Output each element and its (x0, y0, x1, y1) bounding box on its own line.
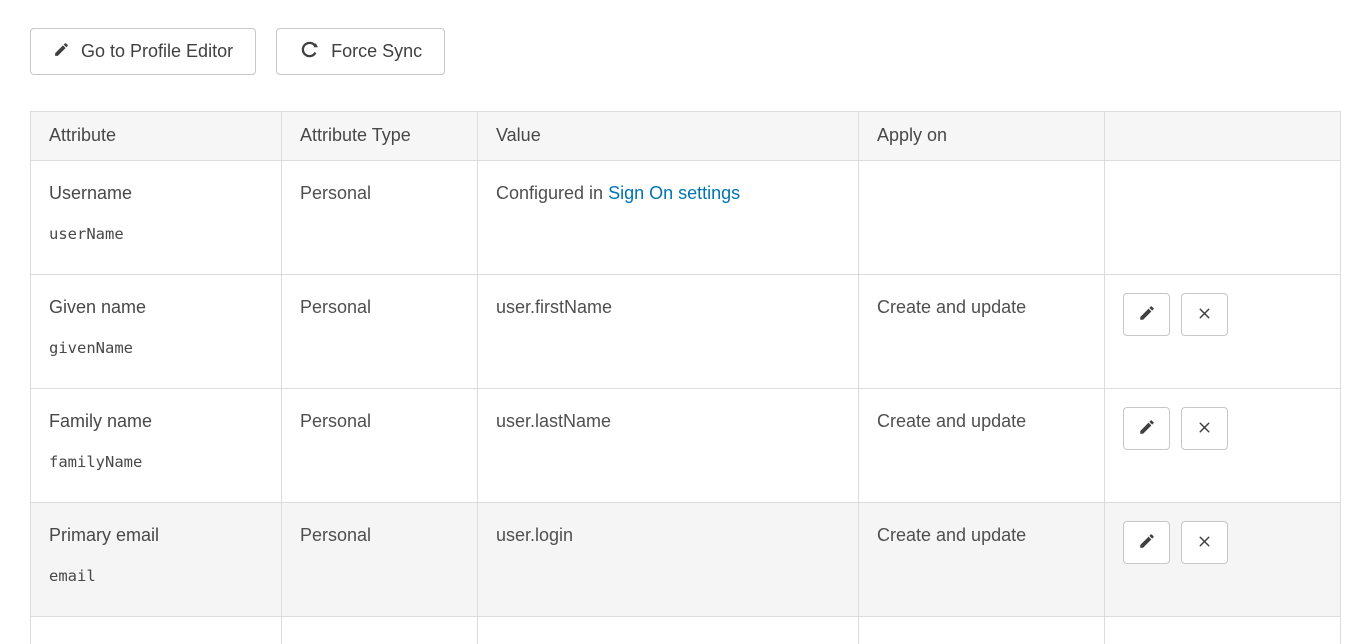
table-row-primary-email: Primary email email Personal user.login … (31, 503, 1341, 617)
attribute-type-cell: Personal (282, 275, 478, 389)
close-icon (1196, 533, 1213, 553)
toolbar: Go to Profile Editor Force Sync (0, 0, 1370, 75)
close-icon (1196, 419, 1213, 439)
sign-on-settings-link[interactable]: Sign On settings (608, 183, 740, 203)
apply-on-cell: Create and update (859, 389, 1105, 503)
delete-attribute-button[interactable] (1181, 521, 1228, 564)
header-value: Value (478, 112, 859, 161)
header-apply-on: Apply on (859, 112, 1105, 161)
attribute-cell: Username userName (31, 161, 282, 275)
attribute-label: Username (49, 182, 263, 204)
value-prefix: Configured in (496, 183, 608, 203)
pencil-icon (1138, 418, 1156, 439)
attribute-mappings-page: Go to Profile Editor Force Sync Attribut… (0, 0, 1370, 644)
edit-attribute-button[interactable] (1123, 293, 1170, 336)
attribute-label: Primary email (49, 524, 263, 546)
go-to-profile-editor-label: Go to Profile Editor (81, 41, 233, 62)
pencil-icon (1138, 532, 1156, 553)
table-row-partial (31, 617, 1341, 644)
refresh-icon (299, 39, 320, 65)
value-cell: user.lastName (478, 389, 859, 503)
attribute-label: Given name (49, 296, 263, 318)
apply-on-cell (859, 161, 1105, 275)
edit-attribute-button[interactable] (1123, 407, 1170, 450)
attribute-table: Attribute Attribute Type Value Apply on … (30, 111, 1341, 644)
table-row-family-name: Family name familyName Personal user.las… (31, 389, 1341, 503)
value-cell: user.firstName (478, 275, 859, 389)
apply-on-cell: Create and update (859, 503, 1105, 617)
attribute-cell: Given name givenName (31, 275, 282, 389)
attribute-label: Family name (49, 410, 263, 432)
go-to-profile-editor-button[interactable]: Go to Profile Editor (30, 28, 256, 75)
empty-cell (31, 617, 282, 644)
force-sync-button[interactable]: Force Sync (276, 28, 445, 75)
close-icon (1196, 305, 1213, 325)
header-actions (1105, 112, 1341, 161)
edit-attribute-button[interactable] (1123, 521, 1170, 564)
actions-cell (1105, 389, 1341, 503)
empty-cell (282, 617, 478, 644)
table-row-username: Username userName Personal Configured in… (31, 161, 1341, 275)
actions-cell (1105, 275, 1341, 389)
apply-on-cell: Create and update (859, 275, 1105, 389)
pencil-icon (53, 41, 70, 63)
attribute-variable: familyName (49, 453, 263, 472)
empty-cell (478, 617, 859, 644)
attribute-variable: userName (49, 225, 263, 244)
attribute-type-cell: Personal (282, 161, 478, 275)
attribute-type-cell: Personal (282, 503, 478, 617)
table-header-row: Attribute Attribute Type Value Apply on (31, 112, 1341, 161)
value-cell: user.login (478, 503, 859, 617)
empty-cell (859, 617, 1105, 644)
attribute-cell: Family name familyName (31, 389, 282, 503)
actions-cell (1105, 503, 1341, 617)
delete-attribute-button[interactable] (1181, 407, 1228, 450)
force-sync-label: Force Sync (331, 41, 422, 62)
table-row-given-name: Given name givenName Personal user.first… (31, 275, 1341, 389)
attribute-variable: givenName (49, 339, 263, 358)
empty-cell (1105, 617, 1341, 644)
attribute-table-container: Attribute Attribute Type Value Apply on … (30, 111, 1340, 644)
header-attribute: Attribute (31, 112, 282, 161)
attribute-variable: email (49, 567, 263, 586)
attribute-cell: Primary email email (31, 503, 282, 617)
actions-cell (1105, 161, 1341, 275)
delete-attribute-button[interactable] (1181, 293, 1228, 336)
value-cell: Configured in Sign On settings (478, 161, 859, 275)
pencil-icon (1138, 304, 1156, 325)
header-attribute-type: Attribute Type (282, 112, 478, 161)
attribute-type-cell: Personal (282, 389, 478, 503)
